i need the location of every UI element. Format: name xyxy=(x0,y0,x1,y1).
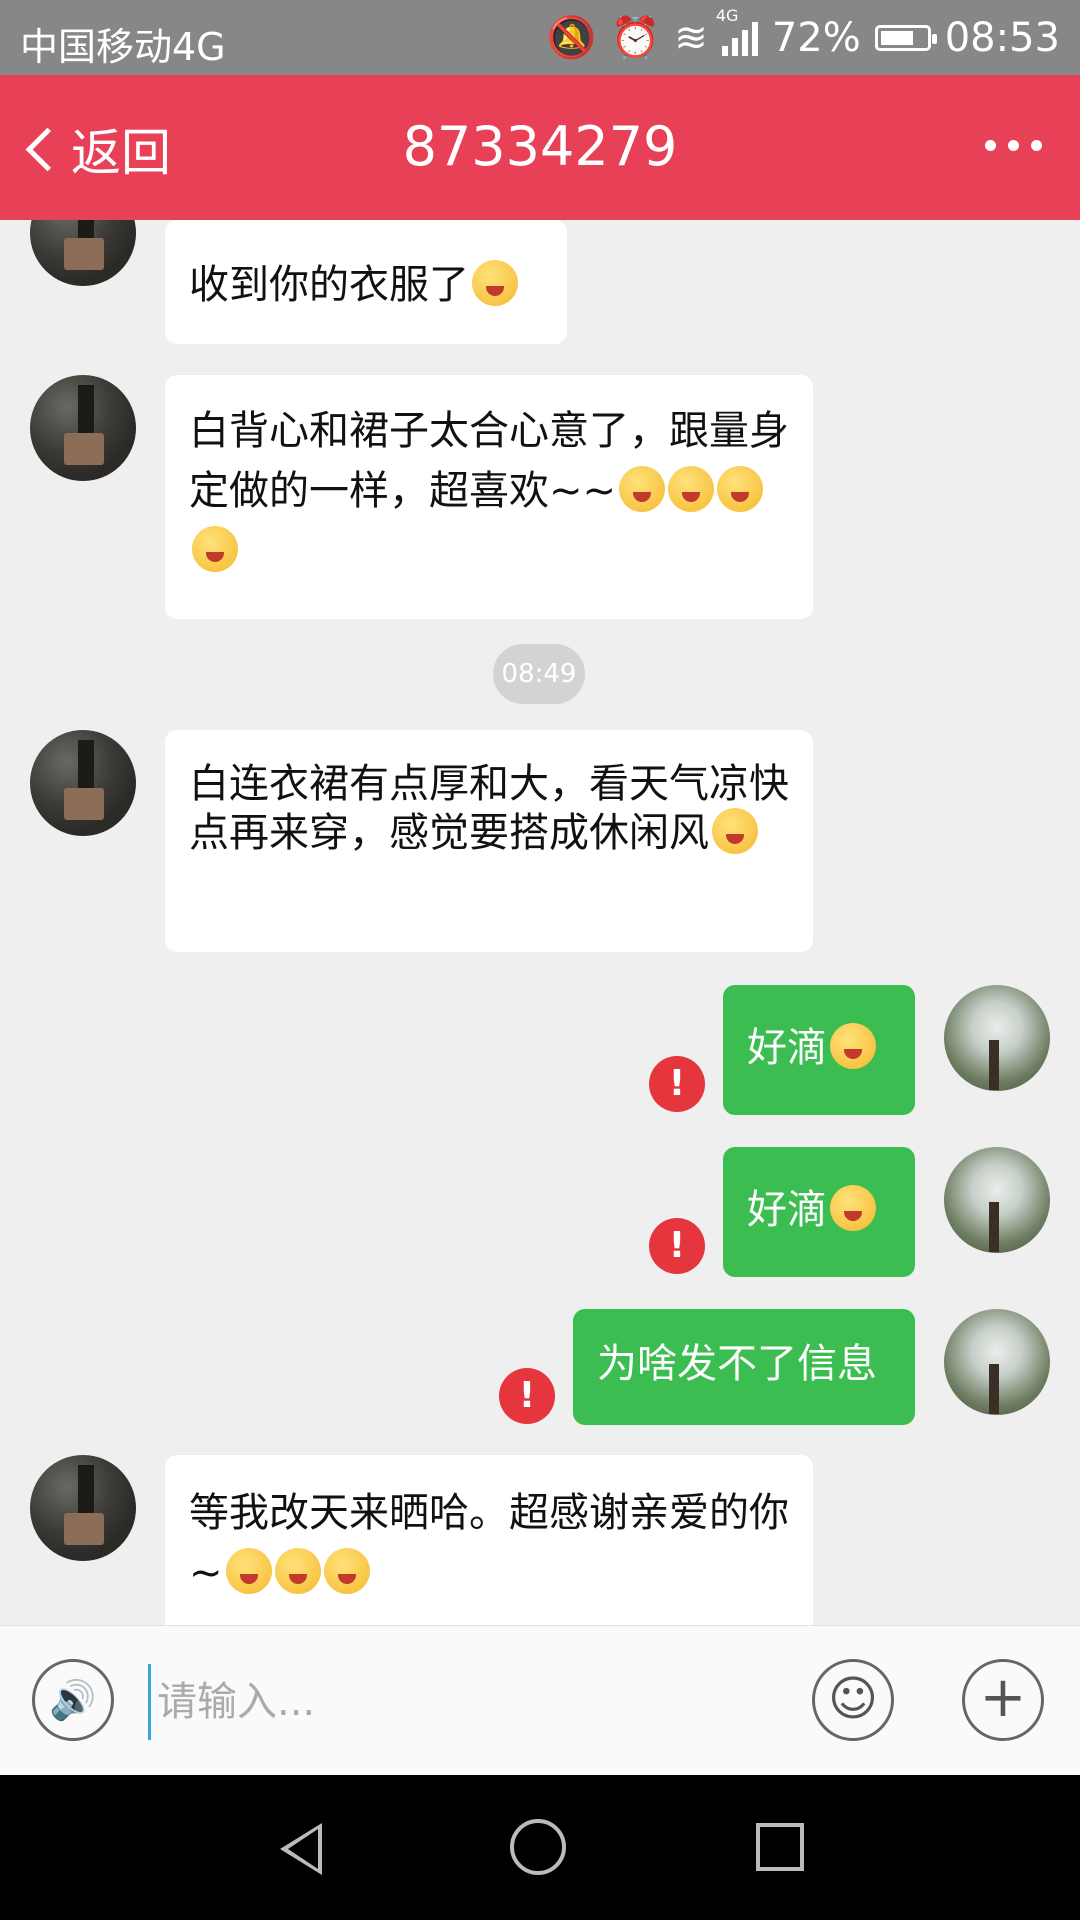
kiss-heart-emoji-icon xyxy=(830,1023,876,1069)
message-bubble[interactable]: 好滴 xyxy=(723,985,915,1115)
chat-title: 87334279 xyxy=(402,115,678,178)
carrier-label: 中国移动4G xyxy=(20,25,226,69)
alarm-icon: ⏰ xyxy=(610,15,661,61)
message-text: 好滴 xyxy=(747,1025,827,1071)
avatar[interactable] xyxy=(944,1309,1050,1415)
kiss-emoji-icon xyxy=(274,1548,321,1594)
timestamp: 08:49 xyxy=(493,644,585,704)
shy-emoji-icon xyxy=(619,466,666,512)
message-bubble[interactable]: 白背心和裙子太合心意了，跟量身定做的一样，超喜欢~~ xyxy=(165,375,813,619)
nav-back-icon[interactable] xyxy=(280,1823,322,1875)
avatar[interactable] xyxy=(30,1455,136,1561)
avatar[interactable] xyxy=(30,375,136,481)
message-bubble[interactable]: 白连衣裙有点厚和大，看天气凉快点再来穿，感觉要搭成休闲风 xyxy=(165,730,813,952)
network-type: 4G xyxy=(715,5,739,25)
message-text: 白连衣裙有点厚和大，看天气凉快点再来穿，感觉要搭成休闲风 xyxy=(189,761,789,856)
input-bar: 🔊 ☺ + xyxy=(0,1625,1080,1776)
kiss-emoji-icon xyxy=(323,1548,370,1594)
message-text: 收到你的衣服了 xyxy=(189,262,469,308)
status-icons: 🔕 ⏰ ≋ 4G 72% 08:53 xyxy=(546,6,1060,62)
grin-emoji-icon xyxy=(472,260,518,306)
kiss-emoji-icon xyxy=(225,1548,272,1594)
wink-emoji-icon xyxy=(712,808,758,854)
plus-icon[interactable]: + xyxy=(962,1659,1044,1741)
wifi-icon: ≋ xyxy=(674,14,708,61)
avatar[interactable] xyxy=(30,220,136,286)
shy-emoji-icon xyxy=(717,466,764,512)
message-bubble[interactable]: 为啥发不了信息 xyxy=(573,1309,915,1425)
avatar[interactable] xyxy=(944,1147,1050,1253)
signal-icon: 4G xyxy=(716,6,758,56)
avatar[interactable] xyxy=(944,985,1050,1091)
clock: 08:53 xyxy=(944,14,1060,61)
shy-emoji-icon xyxy=(668,466,715,512)
message-bubble[interactable]: 好滴 xyxy=(723,1147,915,1277)
emoji-icon[interactable]: ☺ xyxy=(812,1659,894,1741)
message-bubble[interactable]: 收到你的衣服了 xyxy=(165,220,567,344)
status-bar: 中国移动4G 🔕 ⏰ ≋ 4G 72% 08:53 xyxy=(0,0,1080,75)
send-failed-icon[interactable]: ! xyxy=(499,1368,555,1424)
message-text: 好滴 xyxy=(747,1187,827,1233)
message-input[interactable] xyxy=(148,1664,779,1740)
system-nav-bar xyxy=(0,1775,1080,1920)
nav-recents-icon[interactable] xyxy=(756,1823,804,1871)
kiss-heart-emoji-icon xyxy=(830,1185,876,1231)
send-failed-icon[interactable]: ! xyxy=(649,1056,705,1112)
send-failed-icon[interactable]: ! xyxy=(649,1218,705,1274)
more-icon[interactable] xyxy=(985,140,1042,151)
chat-header: 返回 87334279 xyxy=(0,75,1080,220)
message-bubble[interactable]: 等我改天来晒哈。超感谢亲爱的你~ xyxy=(165,1455,813,1625)
message-list[interactable]: 收到你的衣服了 白背心和裙子太合心意了，跟量身定做的一样，超喜欢~~ 08:49… xyxy=(0,220,1080,1625)
message-text: 为啥发不了信息 xyxy=(597,1341,877,1387)
avatar[interactable] xyxy=(30,730,136,836)
voice-icon[interactable]: 🔊 xyxy=(32,1659,114,1741)
battery-percent: 72% xyxy=(771,14,861,61)
nav-home-icon[interactable] xyxy=(510,1819,566,1875)
battery-icon xyxy=(874,24,937,51)
mute-icon: 🔕 xyxy=(546,15,597,61)
shy-emoji-icon xyxy=(192,526,238,572)
